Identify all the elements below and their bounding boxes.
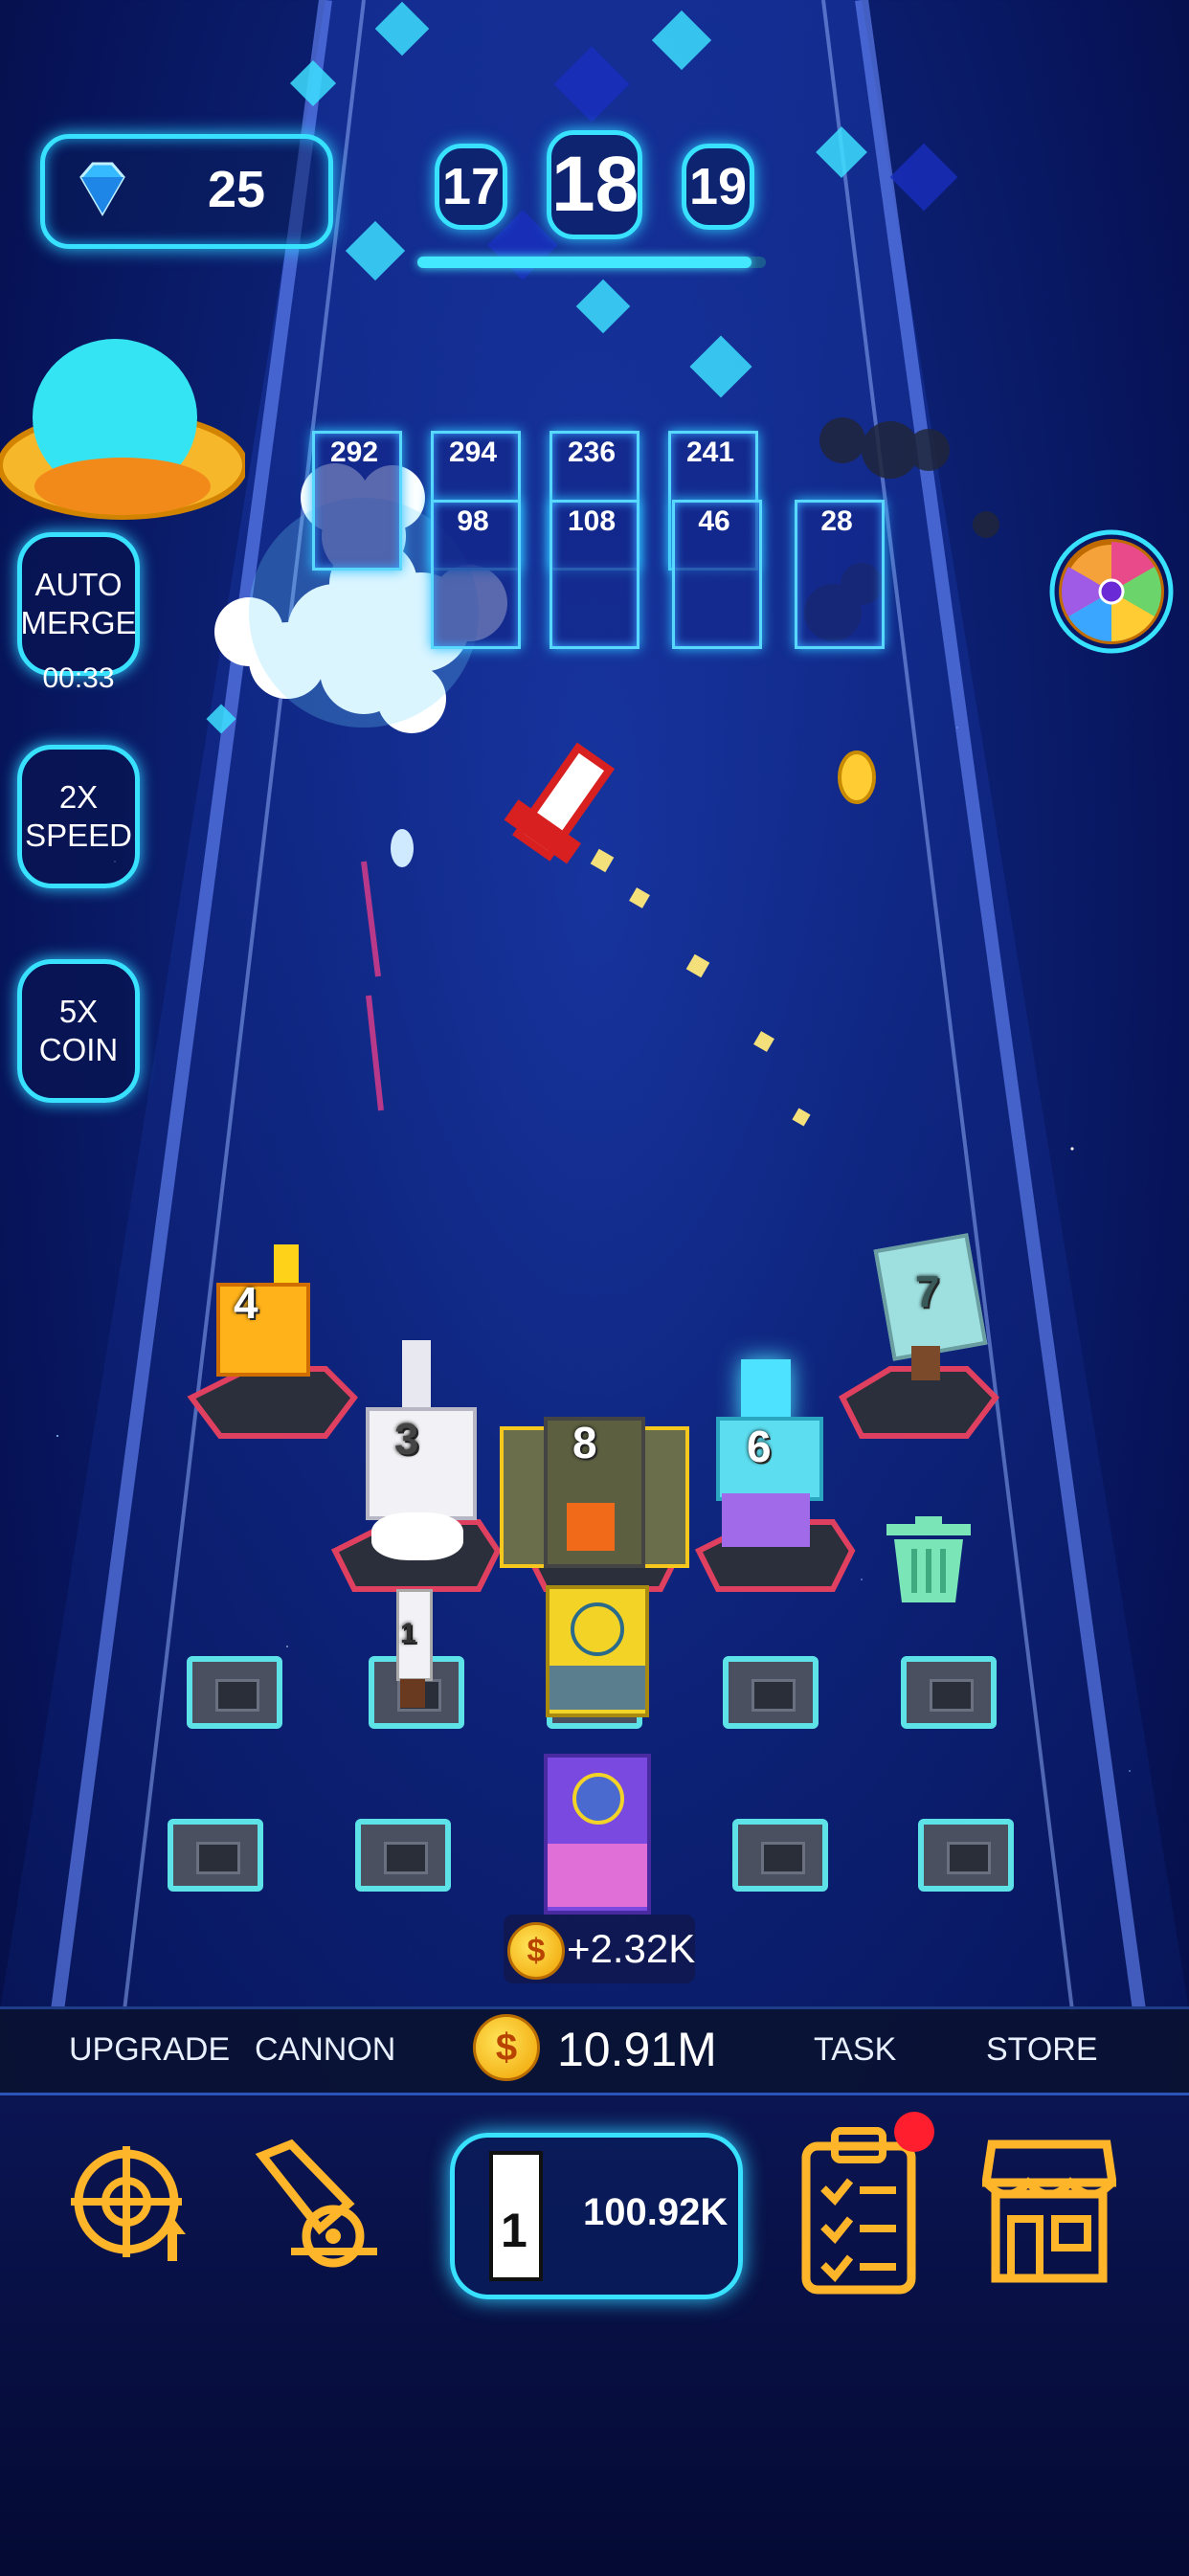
- upgrade-icon: [71, 2146, 186, 2261]
- lucky-wheel-button[interactable]: [1047, 511, 1176, 666]
- merge-slot[interactable]: [153, 1809, 278, 1901]
- upgrade-button[interactable]: [67, 2139, 201, 2273]
- turret-level-4[interactable]: 4: [207, 1244, 312, 1388]
- store-icon: [980, 2139, 1118, 2283]
- upgrade-label: UPGRADE: [69, 2031, 231, 2068]
- turret-level-7[interactable]: 7: [873, 1231, 988, 1384]
- cannon-button[interactable]: [253, 2137, 387, 2271]
- turret-level-3[interactable]: 3: [362, 1340, 477, 1570]
- diamond-icon: [79, 162, 125, 216]
- coin-boost-label-1: 5X: [58, 994, 99, 1029]
- level-progress-fill: [417, 257, 752, 268]
- coin-boost-label-2: COIN: [38, 1032, 119, 1067]
- block-hp: 236: [567, 437, 617, 468]
- cannon-icon: [255, 2139, 377, 2268]
- turret-level-label: 6: [747, 1422, 772, 1471]
- auto-merge-button[interactable]: AUTO MERGE: [17, 532, 140, 676]
- task-clipboard-icon: [801, 2127, 916, 2295]
- merge-slot[interactable]: [904, 1809, 1028, 1901]
- gem-count: 25: [208, 161, 266, 218]
- turret-level-label: 7: [915, 1266, 940, 1316]
- merge-slot[interactable]: [172, 1646, 297, 1738]
- cannon-block-yellow[interactable]: [546, 1585, 649, 1717]
- auto-merge-timer: 00:33: [42, 662, 115, 694]
- speed-label-1: 2X: [58, 779, 99, 815]
- turret-level-6[interactable]: 6: [712, 1359, 823, 1551]
- store-label: STORE: [986, 2031, 1098, 2068]
- buy-price: 100.92K: [583, 2191, 729, 2233]
- block-hp: 28: [820, 505, 853, 537]
- turret-level-1[interactable]: 1: [383, 1589, 440, 1714]
- next-level: 19: [682, 144, 754, 230]
- merge-slot[interactable]: [341, 1809, 465, 1901]
- coin-icon: $: [507, 1922, 565, 1980]
- task-label: TASK: [814, 2031, 897, 2068]
- turret-level-label: 3: [394, 1414, 419, 1464]
- block-hp: 294: [448, 437, 498, 468]
- coin-balance: 10.91M: [557, 2023, 717, 2076]
- ufo-boss-icon: [0, 339, 245, 520]
- cannon-label: CANNON: [255, 2031, 396, 2068]
- current-level: 18: [547, 130, 642, 239]
- turret-level-label: 4: [234, 1278, 258, 1328]
- previous-level: 17: [435, 144, 507, 230]
- cannon-thumbnail: 1: [489, 2151, 543, 2281]
- block-hp: 46: [698, 505, 730, 537]
- turret-level-label: 8: [572, 1418, 597, 1467]
- block-hp: 98: [457, 505, 489, 537]
- block-hp: 108: [567, 505, 617, 537]
- coin-boost-button[interactable]: 5X COIN: [17, 959, 140, 1103]
- income-amount: +2.32K: [567, 1926, 696, 1971]
- speed-boost-button[interactable]: 2X SPEED: [17, 745, 140, 888]
- notification-badge: [894, 2112, 934, 2152]
- merge-slot[interactable]: [708, 1646, 833, 1738]
- auto-merge-label-2: MERGE: [20, 605, 137, 640]
- buy-cannon-button[interactable]: 1 100.92K: [450, 2133, 743, 2299]
- merge-slot[interactable]: [718, 1809, 842, 1901]
- turret-level-label: 1: [400, 1618, 416, 1649]
- wheel-icon: [1049, 529, 1174, 654]
- merge-slot[interactable]: [886, 1646, 1011, 1738]
- auto-merge-label-1: AUTO: [34, 567, 123, 602]
- coin-icon: $: [473, 2014, 540, 2081]
- block-hp: 292: [329, 437, 379, 468]
- speed-label-2: SPEED: [25, 818, 132, 853]
- level-progress-bar: [417, 257, 766, 268]
- cannon-block-purple[interactable]: [544, 1754, 651, 1915]
- buy-level: 1: [501, 2204, 527, 2257]
- turret-level-8[interactable]: 8: [500, 1398, 689, 1570]
- gem-counter: 25: [40, 134, 333, 249]
- block-hp: 241: [685, 437, 735, 468]
- store-button[interactable]: [980, 2135, 1118, 2283]
- trash-can-icon[interactable]: [881, 1514, 976, 1606]
